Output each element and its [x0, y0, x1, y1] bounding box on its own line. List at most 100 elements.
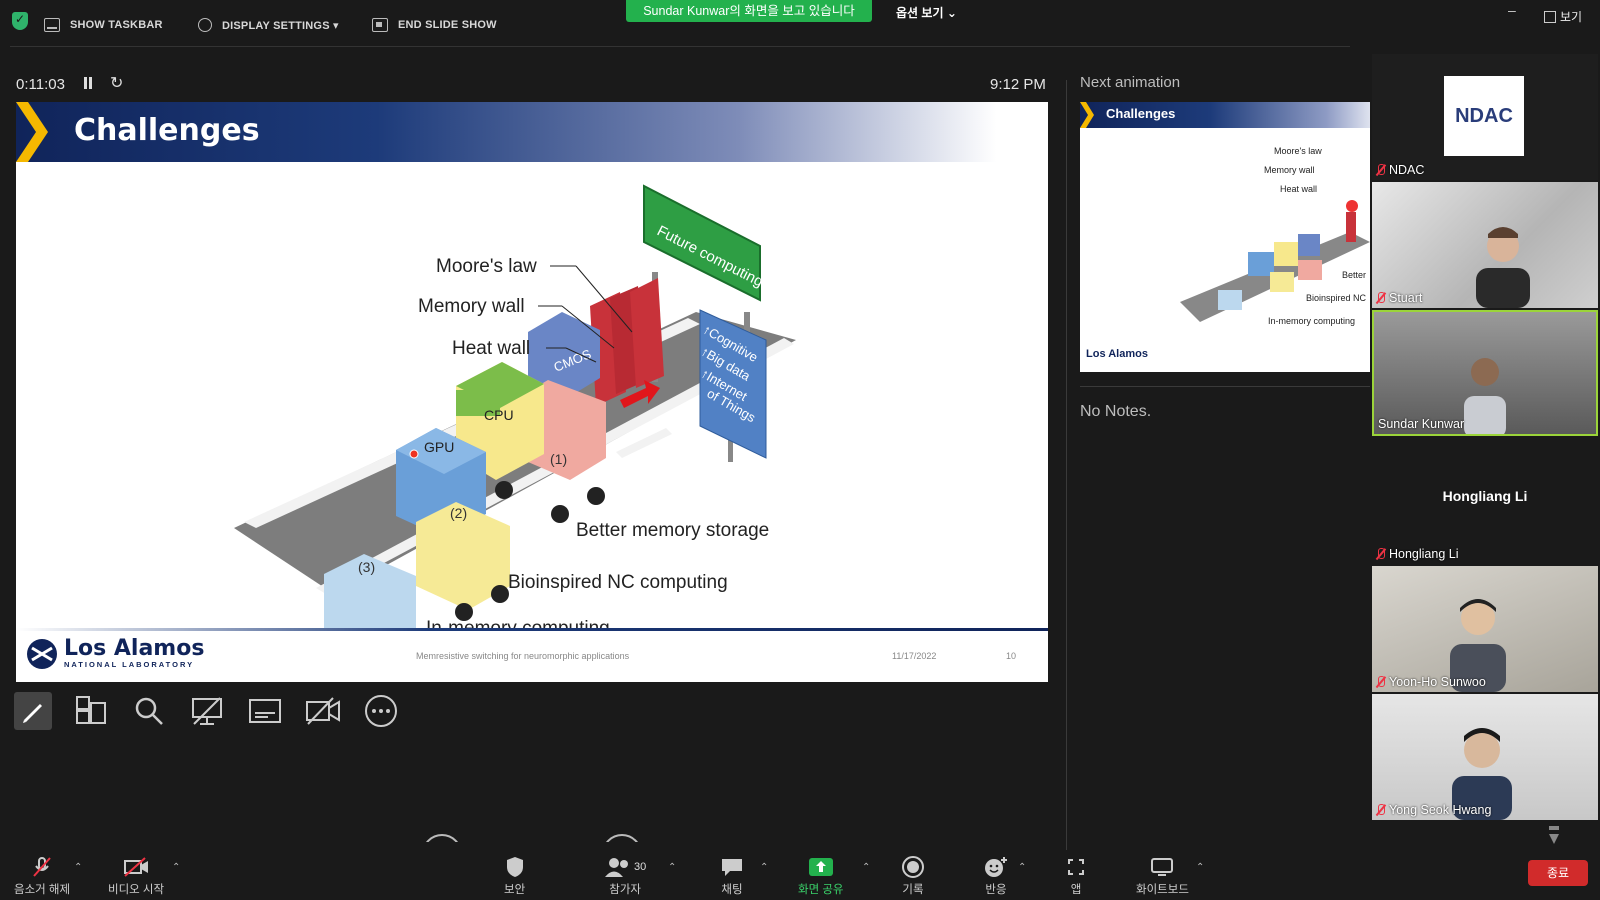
mini-better-label: Better [1342, 270, 1367, 280]
mini-illustration [1180, 200, 1370, 322]
display-settings-button[interactable]: DISPLAY SETTINGS ▾ [198, 18, 339, 32]
mini-chevron-icon [1080, 102, 1094, 128]
participant-tile-stuart[interactable]: Stuart [1372, 182, 1598, 308]
participant-tile-hongliang[interactable]: Hongliang Li Hongliang Li [1372, 438, 1598, 564]
bioinspired-label: Bioinspired NC computing [508, 572, 728, 593]
slide-footer-text: Memresistive switching for neuromorphic … [416, 651, 630, 661]
chat-options-caret[interactable]: ⌃ [760, 862, 768, 873]
mic-muted-icon [1376, 164, 1385, 176]
video-options-caret[interactable]: ⌃ [172, 862, 180, 873]
security-label: 보안 [504, 884, 526, 896]
lanl-emblem-icon [27, 639, 57, 669]
record-icon [902, 856, 924, 878]
participants-label: 참가자 [609, 884, 641, 896]
chat-icon [722, 859, 742, 876]
slide-title: Challenges [74, 113, 260, 148]
scroll-down-icon[interactable] [1548, 824, 1560, 848]
see-all-slides-button[interactable] [72, 692, 110, 730]
end-slide-show-button[interactable]: END SLIDE SHOW [372, 18, 497, 32]
top-toolbar: SHOW TASKBAR DISPLAY SETTINGS ▾ END SLID… [0, 0, 1600, 52]
participant-name: Stuart [1376, 291, 1422, 305]
pause-icon[interactable] [84, 77, 92, 89]
start-video-button[interactable]: 비디오 시작 [108, 856, 164, 897]
mini-bioinspired-label: Bioinspired NC [1306, 293, 1367, 303]
better-memory-label: Better memory storage [576, 520, 769, 541]
memory-wall-label: Memory wall [418, 296, 525, 317]
black-screen-button[interactable] [188, 692, 226, 730]
share-options-caret[interactable]: ⌃ [862, 862, 870, 873]
participants-options-caret[interactable]: ⌃ [668, 862, 676, 873]
mini-in-memory-label: In-memory computing [1268, 316, 1356, 326]
slides-grid-icon [76, 696, 106, 724]
participant-name: Yong Seok Hwang [1376, 803, 1491, 817]
participant-tile-yong-seok[interactable]: Yong Seok Hwang [1372, 694, 1598, 820]
end-meeting-button[interactable]: 종료 [1528, 860, 1588, 886]
taskbar-icon [44, 18, 60, 32]
meeting-controls: 음소거 해제 ⌃ 비디오 시작 ⌃ 보안 30 참가자 ⌃ 채팅 ⌃ 화면 공유… [0, 850, 1600, 900]
participant-tile-yoon-ho[interactable]: Yoon-Ho Sunwoo [1372, 566, 1598, 692]
current-slide: Challenges Future computing ↑Cognitive ↑… [16, 102, 1048, 682]
lanl-subtitle: NATIONAL LABORATORY [64, 660, 195, 669]
participant-tile-ndac[interactable]: NDAC NDAC [1372, 54, 1598, 180]
car3-label: (3) [358, 559, 375, 575]
camera-toggle-button[interactable] [304, 692, 342, 730]
mic-muted-icon [1376, 676, 1385, 688]
emoji-icon [985, 857, 1007, 877]
los-alamos-logo: Los Alamos NATIONAL LABORATORY [26, 638, 204, 670]
mini-lanl-logo: Los Alamos [1086, 348, 1148, 360]
share-screen-label: 화면 공유 [798, 884, 844, 896]
participant-tile-sundar-active-speaker[interactable]: Sundar Kunwar [1372, 310, 1598, 436]
view-options-button[interactable]: 옵션 보기 ⌄ [896, 4, 957, 21]
security-shield-icon[interactable] [12, 12, 28, 30]
security-button[interactable]: 보안 [504, 856, 525, 897]
whiteboard-button[interactable]: 화이트보드 [1136, 856, 1189, 897]
chat-button[interactable]: 채팅 [720, 856, 744, 897]
record-button[interactable]: 기록 [902, 856, 924, 897]
display-settings-icon [198, 18, 212, 32]
in-memory-label: In-memory computing [426, 618, 610, 628]
slide-footer-line [16, 628, 1048, 631]
whiteboard-label: 화이트보드 [1136, 884, 1189, 896]
gpu-label: GPU [424, 439, 454, 455]
mic-muted-icon [1376, 804, 1385, 816]
panel-divider [1066, 80, 1067, 850]
unmute-button[interactable]: 음소거 해제 [14, 856, 70, 897]
presenter-tools [14, 692, 400, 730]
slideshow-timer: 0:11:03 [16, 76, 65, 93]
show-taskbar-button[interactable]: SHOW TASKBAR [44, 18, 163, 32]
subtitles-icon [249, 699, 281, 723]
apps-button[interactable]: 앱 [1066, 856, 1086, 897]
magnifier-icon [135, 697, 163, 725]
chevron-logo-icon [16, 102, 48, 162]
whiteboard-options-caret[interactable]: ⌃ [1196, 862, 1204, 873]
chat-label: 채팅 [721, 884, 743, 896]
participant-video [1476, 227, 1530, 308]
moores-law-label: Moore's law [436, 256, 537, 277]
end-slide-show-label: END SLIDE SHOW [398, 19, 497, 31]
reset-timer-icon[interactable]: ↻ [110, 73, 123, 93]
subtitles-button[interactable] [246, 692, 284, 730]
pen-icon [23, 704, 42, 723]
share-screen-button[interactable]: 화면 공유 [798, 856, 844, 897]
participant-display-name: Hongliang Li [1442, 488, 1528, 504]
clock: 9:12 PM [990, 76, 1046, 93]
audio-options-caret[interactable]: ⌃ [74, 862, 82, 873]
mic-muted-icon [1376, 548, 1385, 560]
video-off-icon [124, 857, 149, 877]
view-button[interactable]: 보기 [1544, 8, 1582, 25]
minimize-button[interactable]: – [1508, 2, 1516, 18]
share-screen-icon [808, 858, 833, 876]
reactions-button[interactable]: 반응 [984, 856, 1008, 897]
participant-name: Hongliang Li [1376, 547, 1459, 561]
more-options-button[interactable] [362, 692, 400, 730]
ndac-logo: NDAC [1444, 76, 1524, 156]
participants-button[interactable]: 30 참가자 [604, 856, 646, 897]
slideshow-icon [372, 18, 388, 32]
pen-tool-button[interactable] [14, 692, 52, 730]
next-slide-preview[interactable]: Challenges Moore's law Memory wall Heat … [1080, 102, 1370, 372]
apps-icon [1068, 859, 1084, 875]
zoom-button[interactable] [130, 692, 168, 730]
participant-name: Sundar Kunwar [1378, 417, 1465, 431]
record-label: 기록 [902, 884, 924, 896]
reactions-options-caret[interactable]: ⌃ [1018, 862, 1026, 873]
